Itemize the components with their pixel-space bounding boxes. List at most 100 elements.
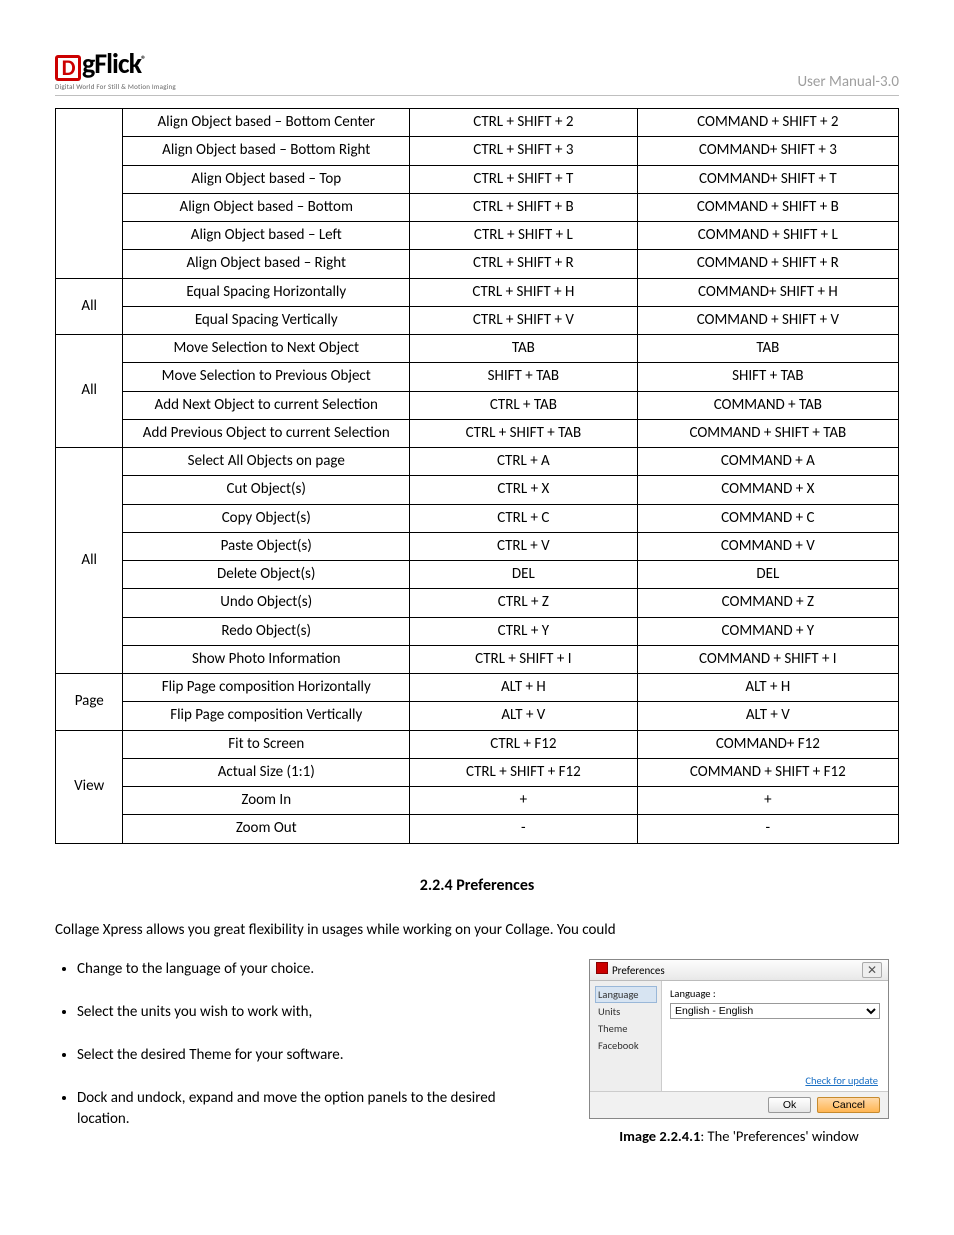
action-cell: Show Photo Information [123, 645, 410, 673]
window-title: Preferences [612, 964, 665, 977]
mac-shortcut-cell: COMMAND+ SHIFT + H [637, 278, 898, 306]
mac-shortcut-cell: COMMAND + SHIFT + I [637, 645, 898, 673]
windows-shortcut-cell: CTRL + SHIFT + F12 [410, 758, 638, 786]
windows-shortcut-cell: CTRL + SHIFT + B [410, 193, 638, 221]
action-cell: Add Next Object to current Selection [123, 391, 410, 419]
action-cell: Flip Page composition Horizontally [123, 674, 410, 702]
table-row: Zoom In++ [56, 787, 899, 815]
windows-shortcut-cell: CTRL + SHIFT + V [410, 306, 638, 334]
action-cell: Undo Object(s) [123, 589, 410, 617]
group-label: All [56, 448, 123, 674]
table-row: Align Object based – RightCTRL + SHIFT +… [56, 250, 899, 278]
action-cell: Align Object based – Bottom Right [123, 137, 410, 165]
windows-shortcut-cell: CTRL + V [410, 532, 638, 560]
section-intro: Collage Xpress allows you great flexibil… [55, 921, 899, 939]
mac-shortcut-cell: COMMAND + V [637, 532, 898, 560]
list-item: Change to the language of your choice. [77, 959, 549, 980]
cancel-button[interactable]: Cancel [817, 1097, 880, 1113]
shortcut-table: Align Object based – Bottom CenterCTRL +… [55, 108, 899, 844]
table-row: ViewFit to ScreenCTRL + F12COMMAND+ F12 [56, 730, 899, 758]
feature-list: Change to the language of your choice. Se… [55, 959, 549, 1152]
mac-shortcut-cell: + [637, 787, 898, 815]
windows-shortcut-cell: - [410, 815, 638, 843]
sidebar-item-units[interactable]: Units [598, 1005, 661, 1018]
windows-shortcut-cell: CTRL + SHIFT + R [410, 250, 638, 278]
action-cell: Copy Object(s) [123, 504, 410, 532]
list-item: Dock and undock, expand and move the opt… [77, 1088, 549, 1130]
mac-shortcut-cell: COMMAND + SHIFT + V [637, 306, 898, 334]
page-header: DgFlick® Digital World For Still & Motio… [55, 50, 899, 96]
close-icon[interactable]: ✕ [862, 962, 882, 978]
check-for-update-link[interactable]: Check for update [805, 1074, 878, 1087]
windows-shortcut-cell: CTRL + SHIFT + TAB [410, 419, 638, 447]
mac-shortcut-cell: COMMAND + SHIFT + R [637, 250, 898, 278]
mac-shortcut-cell: - [637, 815, 898, 843]
action-cell: Actual Size (1:1) [123, 758, 410, 786]
windows-shortcut-cell: CTRL + SHIFT + H [410, 278, 638, 306]
table-row: Paste Object(s)CTRL + VCOMMAND + V [56, 532, 899, 560]
app-icon [596, 962, 608, 974]
language-field-label: Language : [670, 987, 880, 1000]
windows-shortcut-cell: CTRL + TAB [410, 391, 638, 419]
windows-shortcut-cell: CTRL + SHIFT + 3 [410, 137, 638, 165]
logo-text: gFlick [82, 46, 141, 81]
action-cell: Zoom In [123, 787, 410, 815]
logo-mark-icon: D [55, 55, 81, 81]
mac-shortcut-cell: COMMAND + X [637, 476, 898, 504]
action-cell: Zoom Out [123, 815, 410, 843]
group-label: All [56, 335, 123, 448]
sidebar-item-facebook[interactable]: Facebook [598, 1039, 661, 1052]
mac-shortcut-cell: COMMAND + SHIFT + 2 [637, 109, 898, 137]
windows-shortcut-cell: SHIFT + TAB [410, 363, 638, 391]
preferences-window-screenshot: Preferences ✕ Language Units Theme Faceb… [589, 959, 889, 1119]
mac-shortcut-cell: DEL [637, 561, 898, 589]
table-row: Move Selection to Previous ObjectSHIFT +… [56, 363, 899, 391]
action-cell: Delete Object(s) [123, 561, 410, 589]
action-cell: Align Object based – Top [123, 165, 410, 193]
action-cell: Move Selection to Previous Object [123, 363, 410, 391]
table-row: Equal Spacing VerticallyCTRL + SHIFT + V… [56, 306, 899, 334]
table-row: Align Object based – LeftCTRL + SHIFT + … [56, 222, 899, 250]
mac-shortcut-cell: COMMAND + SHIFT + B [637, 193, 898, 221]
mac-shortcut-cell: ALT + H [637, 674, 898, 702]
table-row: Align Object based – Bottom RightCTRL + … [56, 137, 899, 165]
windows-shortcut-cell: CTRL + C [410, 504, 638, 532]
table-row: Copy Object(s)CTRL + CCOMMAND + C [56, 504, 899, 532]
table-row: Redo Object(s)CTRL + YCOMMAND + Y [56, 617, 899, 645]
action-cell: Cut Object(s) [123, 476, 410, 504]
action-cell: Align Object based – Bottom Center [123, 109, 410, 137]
windows-shortcut-cell: CTRL + A [410, 448, 638, 476]
action-cell: Flip Page composition Vertically [123, 702, 410, 730]
language-select[interactable]: English - English [670, 1003, 880, 1019]
action-cell: Select All Objects on page [123, 448, 410, 476]
manual-version-label: User Manual-3.0 [797, 73, 899, 91]
ok-button[interactable]: Ok [768, 1097, 811, 1113]
table-row: Actual Size (1:1)CTRL + SHIFT + F12COMMA… [56, 758, 899, 786]
action-cell: Align Object based – Bottom [123, 193, 410, 221]
action-cell: Align Object based – Right [123, 250, 410, 278]
mac-shortcut-cell: COMMAND+ SHIFT + 3 [637, 137, 898, 165]
mac-shortcut-cell: COMMAND + A [637, 448, 898, 476]
table-row: AllEqual Spacing HorizontallyCTRL + SHIF… [56, 278, 899, 306]
mac-shortcut-cell: COMMAND + SHIFT + L [637, 222, 898, 250]
table-row: Align Object based – Bottom CenterCTRL +… [56, 109, 899, 137]
action-cell: Equal Spacing Horizontally [123, 278, 410, 306]
table-row: Add Previous Object to current Selection… [56, 419, 899, 447]
list-item: Select the desired Theme for your softwa… [77, 1045, 549, 1066]
logo-tagline: Digital World For Still & Motion Imaging [55, 82, 176, 91]
windows-shortcut-cell: CTRL + SHIFT + T [410, 165, 638, 193]
mac-shortcut-cell: COMMAND + Z [637, 589, 898, 617]
windows-shortcut-cell: CTRL + SHIFT + I [410, 645, 638, 673]
windows-shortcut-cell: DEL [410, 561, 638, 589]
table-row: PageFlip Page composition HorizontallyAL… [56, 674, 899, 702]
list-item: Select the units you wish to work with, [77, 1002, 549, 1023]
action-cell: Paste Object(s) [123, 532, 410, 560]
windows-shortcut-cell: ALT + H [410, 674, 638, 702]
table-row: Zoom Out-- [56, 815, 899, 843]
figure-caption: Image 2.2.4.1: The 'Preferences' window [579, 1127, 899, 1145]
action-cell: Redo Object(s) [123, 617, 410, 645]
sidebar-item-language[interactable]: Language [595, 986, 657, 1003]
sidebar-item-theme[interactable]: Theme [598, 1022, 661, 1035]
table-row: AllSelect All Objects on pageCTRL + ACOM… [56, 448, 899, 476]
logo: DgFlick® Digital World For Still & Motio… [55, 50, 176, 91]
